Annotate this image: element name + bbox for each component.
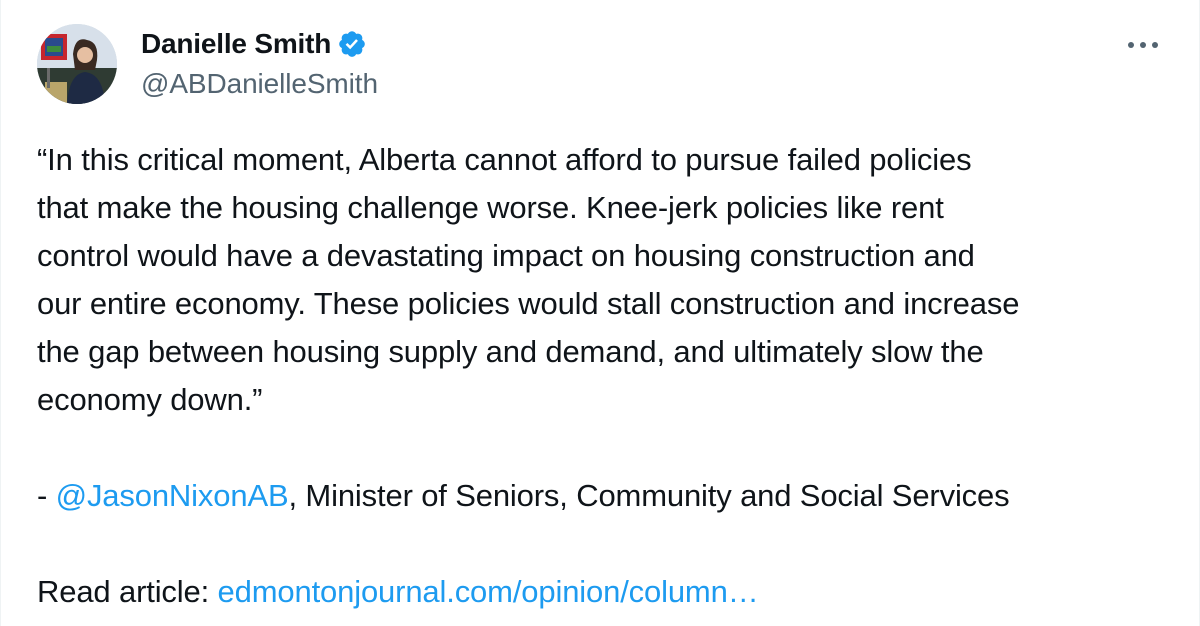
avatar[interactable] xyxy=(37,24,117,104)
more-horizontal-icon xyxy=(1128,42,1158,48)
author-handle[interactable]: @ABDanielleSmith xyxy=(141,68,378,100)
quote-line: the gap between housing supply and deman… xyxy=(37,334,984,369)
quote-line: control would have a devastating impact … xyxy=(37,238,975,273)
more-options-button[interactable] xyxy=(1123,30,1163,60)
mention-link[interactable]: @JasonNixonAB xyxy=(56,478,289,513)
article-link[interactable]: edmontonjournal.com/opinion/column… xyxy=(218,574,759,609)
quote-paragraph: “In this critical moment, Alberta cannot… xyxy=(37,136,1177,424)
avatar-image xyxy=(37,24,117,104)
quote-line: economy down.” xyxy=(37,382,263,417)
quote-line: “In this critical moment, Alberta cannot… xyxy=(37,142,972,177)
article-label: Read article: xyxy=(37,574,218,609)
tweet-text: “In this critical moment, Alberta cannot… xyxy=(37,136,1177,616)
attribution-line: - @JasonNixonAB, Minister of Seniors, Co… xyxy=(37,472,1177,520)
verified-badge-icon[interactable] xyxy=(337,29,367,59)
author-display-name[interactable]: Danielle Smith xyxy=(141,28,331,60)
article-line: Read article: edmontonjournal.com/opinio… xyxy=(37,568,1177,616)
tweet-card: Danielle Smith @ABDanielleSmith “In this… xyxy=(0,0,1200,626)
attribution-title: , Minister of Seniors, Community and Soc… xyxy=(288,478,1010,513)
quote-line: that make the housing challenge worse. K… xyxy=(37,190,944,225)
author-name-row: Danielle Smith xyxy=(141,26,367,62)
quote-line: our entire economy. These policies would… xyxy=(37,286,1020,321)
attribution-prefix: - xyxy=(37,478,56,513)
